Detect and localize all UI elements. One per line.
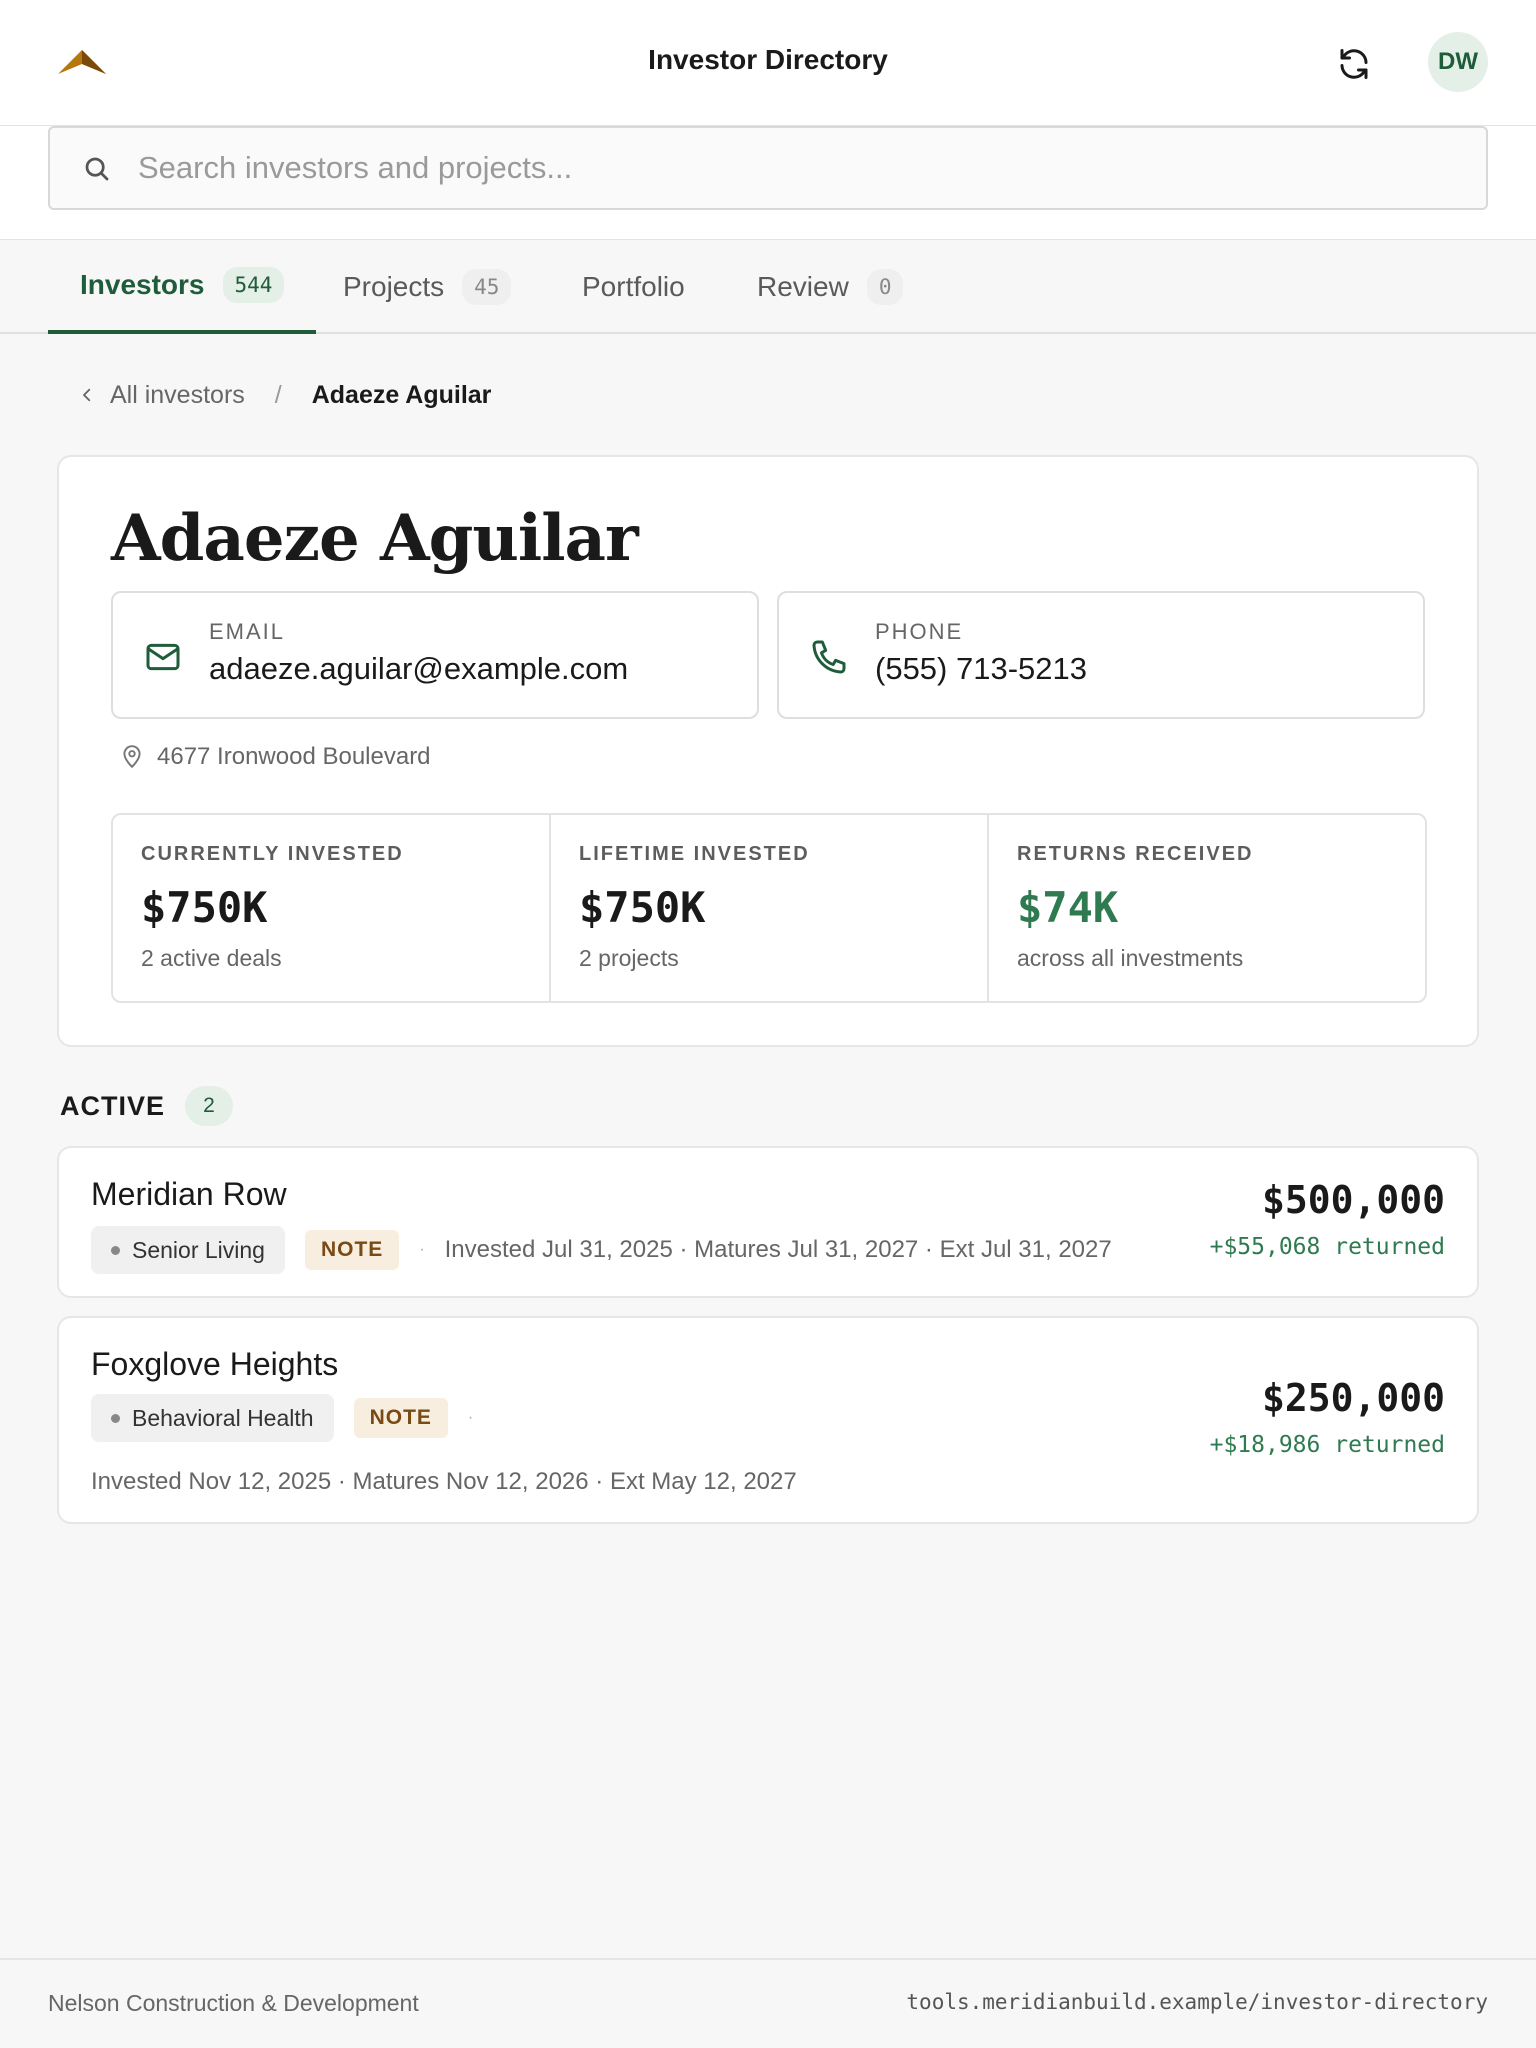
tab-bar: Investors 544 Projects 45 Portfolio Revi…: [0, 240, 1536, 334]
tab-portfolio[interactable]: Portfolio: [582, 240, 685, 334]
search-bar: [0, 126, 1536, 240]
section-title: ACTIVE: [60, 1090, 166, 1121]
top-bar: Investor Directory DW: [0, 0, 1536, 126]
mail-icon: [146, 643, 180, 671]
breadcrumb-current: Adaeze Aguilar: [311, 380, 492, 409]
tab-projects[interactable]: Projects 45: [343, 240, 512, 334]
deal-name: Meridian Row: [91, 1176, 287, 1212]
deal-dates: Invested Nov 12, 2025 · Matures Nov 12, …: [91, 1468, 797, 1495]
deal-meta: Senior Living NOTE · Invested Jul 31, 20…: [91, 1226, 1112, 1274]
search-icon: [85, 157, 109, 181]
deal-card-foxglove-heights[interactable]: Foxglove Heights Behavioral Health NOTE …: [57, 1316, 1479, 1524]
stat-label: CURRENTLY INVESTED: [141, 843, 404, 865]
sector-dot: [111, 1245, 120, 1255]
stat-value: $750K: [141, 883, 268, 932]
phone-contact-card[interactable]: PHONE (555) 713-5213: [777, 591, 1425, 719]
tab-label: Projects: [343, 271, 445, 302]
investor-name: Adaeze Aguilar: [111, 501, 639, 576]
stat-subtext: across all investments: [1017, 945, 1244, 971]
tab-count-badge: 544: [222, 267, 285, 303]
sector-label: Behavioral Health: [132, 1404, 314, 1431]
phone-label: PHONE: [875, 619, 964, 644]
stat-label: RETURNS RECEIVED: [1017, 843, 1254, 865]
search-box[interactable]: [48, 126, 1488, 210]
footer-company: Nelson Construction & Development: [48, 1990, 419, 2016]
deal-dates: Invested Jul 31, 2025 · Matures Jul 31, …: [444, 1236, 1112, 1263]
section-count-badge: 2: [185, 1086, 234, 1126]
footer-url[interactable]: tools.meridianbuild.example/investor-dir…: [906, 1990, 1488, 2014]
tab-count-badge: 45: [462, 269, 512, 305]
sector-tag: Behavioral Health: [91, 1394, 334, 1442]
stat-value: $750K: [579, 883, 706, 932]
refresh-icon: [1340, 49, 1368, 79]
location-pin-icon: [123, 745, 141, 769]
deal-card-meridian-row[interactable]: Meridian Row Senior Living NOTE · Invest…: [57, 1146, 1479, 1298]
tab-label: Review: [757, 271, 849, 302]
stat-subtext: 2 projects: [579, 945, 679, 971]
stat-currently-invested: CURRENTLY INVESTED $750K 2 active deals: [113, 815, 551, 1001]
tab-label: Portfolio: [582, 271, 685, 302]
investor-profile-card: Adaeze Aguilar EMAIL adaeze.aguilar@exam…: [57, 455, 1479, 1047]
tab-label: Investors: [80, 269, 205, 300]
deal-name: Foxglove Heights: [91, 1346, 339, 1382]
breadcrumb: All investors / Adaeze Aguilar: [78, 378, 491, 412]
stat-returns-received: RETURNS RECEIVED $74K across all investm…: [989, 815, 1425, 1001]
deal-type-badge: NOTE: [304, 1230, 400, 1270]
tab-count-badge: 0: [866, 269, 904, 305]
stat-subtext: 2 active deals: [141, 945, 282, 971]
sector-label: Senior Living: [132, 1236, 265, 1263]
app-title: Investor Directory: [648, 44, 888, 75]
stat-lifetime-invested: LIFETIME INVESTED $750K 2 projects: [551, 815, 989, 1001]
address-text: 4677 Ironwood Boulevard: [157, 743, 431, 770]
footer: Nelson Construction & Development tools.…: [0, 1958, 1536, 2048]
chevron-left-icon: [83, 388, 91, 402]
user-avatar[interactable]: DW: [1428, 32, 1488, 92]
stat-label: LIFETIME INVESTED: [579, 843, 810, 865]
tab-review[interactable]: Review 0: [757, 240, 904, 334]
deal-returned: +$55,068 returned: [1209, 1234, 1445, 1260]
investor-address: 4677 Ironwood Boulevard: [119, 743, 431, 771]
refresh-button[interactable]: [1334, 44, 1374, 84]
search-input[interactable]: [138, 142, 1458, 194]
meta-separator: ·: [467, 1409, 474, 1426]
active-section-header: ACTIVE 2: [60, 1086, 234, 1126]
investment-stats: CURRENTLY INVESTED $750K 2 active deals …: [111, 813, 1427, 1003]
back-to-investors-link[interactable]: All investors: [78, 381, 245, 410]
deal-amount: $250,000: [1261, 1376, 1445, 1420]
sector-tag: Senior Living: [91, 1226, 285, 1274]
deal-amount: $500,000: [1261, 1178, 1445, 1222]
deal-meta: Behavioral Health NOTE ·: [91, 1394, 493, 1442]
deal-type-badge: NOTE: [353, 1398, 448, 1438]
email-value: adaeze.aguilar@example.com: [209, 651, 629, 686]
stat-value: $74K: [1017, 883, 1119, 932]
deal-returned: +$18,986 returned: [1209, 1432, 1445, 1458]
phone-icon: [812, 640, 846, 674]
tab-investors[interactable]: Investors 544: [48, 240, 317, 334]
email-label: EMAIL: [209, 619, 286, 644]
sector-dot: [111, 1413, 120, 1423]
meta-separator: ·: [419, 1241, 425, 1258]
phone-value: (555) 713-5213: [875, 651, 1087, 686]
breadcrumb-separator: /: [274, 380, 282, 409]
email-contact-card[interactable]: EMAIL adaeze.aguilar@example.com: [111, 591, 759, 719]
back-link-label: All investors: [110, 380, 245, 409]
